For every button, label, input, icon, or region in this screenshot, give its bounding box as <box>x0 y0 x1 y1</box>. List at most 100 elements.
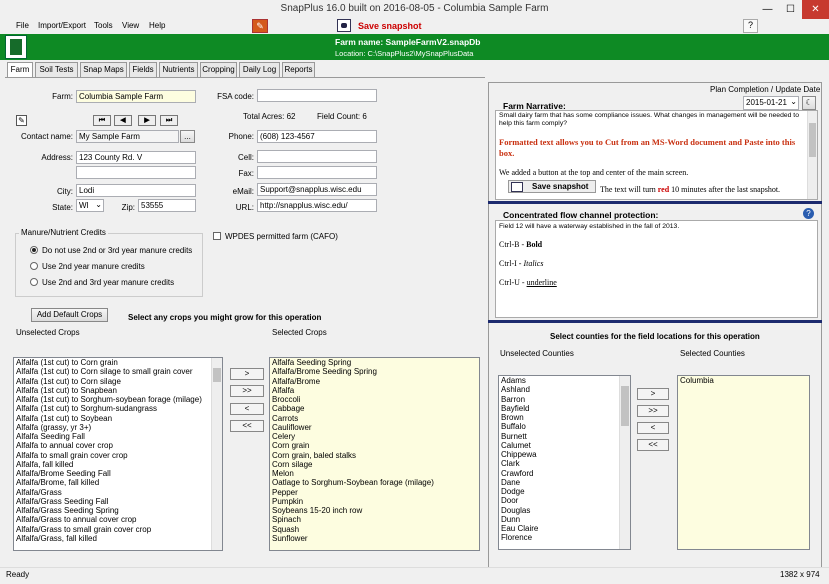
narrative-scroll-thumb[interactable] <box>809 123 816 157</box>
crop-list-item[interactable]: Broccoli <box>270 395 479 404</box>
email-input[interactable]: Support@snapplus.wisc.edu <box>257 183 377 196</box>
county-list-item[interactable]: Dodge <box>499 487 619 496</box>
address2-input[interactable] <box>76 166 196 179</box>
add-crop-button[interactable]: > <box>230 368 264 380</box>
county-list-item[interactable]: Door <box>499 496 619 505</box>
add-all-counties-button[interactable]: >> <box>637 405 669 417</box>
credit-option-2[interactable]: Use 2nd and 3rd year manure credits <box>42 278 174 287</box>
tab-daily-log[interactable]: Daily Log <box>239 62 280 77</box>
edit-note-icon[interactable]: ✎ <box>16 115 27 126</box>
zip-input[interactable]: 53555 <box>138 199 196 212</box>
state-select[interactable]: WI ⌄ <box>76 199 104 212</box>
crop-list-item[interactable]: Alfalfa (1st cut) to Snapbean <box>14 386 210 395</box>
remove-county-button[interactable]: < <box>637 422 669 434</box>
crop-list-item[interactable]: Alfalfa (1st cut) to Corn silage to smal… <box>14 367 210 376</box>
crop-list-item[interactable]: Sunflower <box>270 534 479 543</box>
menu-help[interactable]: Help <box>149 21 165 30</box>
address1-input[interactable]: 123 County Rd. V <box>76 151 196 164</box>
crop-list-item[interactable]: Pumpkin <box>270 497 479 506</box>
crop-list-item[interactable]: Soybeans 15-20 inch row <box>270 506 479 515</box>
crop-list-item[interactable]: Pepper <box>270 488 479 497</box>
credit-option-radio-0[interactable] <box>30 246 38 254</box>
city-input[interactable]: Lodi <box>76 184 196 197</box>
farm-narrative-editor[interactable]: Small dairy farm that has some complianc… <box>495 110 818 200</box>
county-list-item[interactable]: Calumet <box>499 441 619 450</box>
county-list-item[interactable]: Barron <box>499 395 619 404</box>
crop-list-item[interactable]: Alfalfa/Brome <box>270 377 479 386</box>
wpdes-label[interactable]: WPDES permitted farm (CAFO) <box>225 232 338 241</box>
crop-list-item[interactable]: Alfalfa (1st cut) to Corn silage <box>14 377 210 386</box>
contact-name-input[interactable]: My Sample Farm <box>76 130 179 143</box>
county-list-item[interactable]: Chippewa <box>499 450 619 459</box>
crop-list-item[interactable]: Alfalfa/Grass, fall killed <box>14 534 210 543</box>
edit-icon[interactable]: ✎ <box>252 19 268 33</box>
county-list-item[interactable]: Columbia <box>678 376 809 385</box>
county-list-item[interactable]: Ashland <box>499 385 619 394</box>
add-all-crops-button[interactable]: >> <box>230 385 264 397</box>
fax-input[interactable] <box>257 166 377 179</box>
crop-list-item[interactable]: Carrots <box>270 414 479 423</box>
tab-nutrients[interactable]: Nutrients <box>159 62 198 77</box>
selected-crops-list[interactable]: Alfalfa Seeding Spring Alfalfa/Brome Seed… <box>269 357 480 551</box>
plan-date-picker[interactable]: 2015-01-21 ⌄ <box>743 96 799 110</box>
crop-list-item[interactable]: Alfalfa Seeding Spring <box>270 358 479 367</box>
crop-list-item[interactable]: Alfalfa/Grass Seeding Fall <box>14 497 210 506</box>
previous-record-button[interactable]: ◀ <box>114 115 132 126</box>
crop-list-item[interactable]: Melon <box>270 469 479 478</box>
credit-option-radio-2[interactable] <box>30 278 38 286</box>
url-input[interactable]: http://snapplus.wisc.edu/ <box>257 199 377 212</box>
moon-icon[interactable]: ☾ <box>802 96 816 110</box>
county-list-item[interactable]: Adams <box>499 376 619 385</box>
minimize-button[interactable]: — <box>756 0 779 19</box>
fsa-code-input[interactable] <box>257 89 377 102</box>
crop-list-item[interactable]: Alfalfa (1st cut) to Sorghum-sudangrass <box>14 404 210 413</box>
save-snapshot-button[interactable]: Save snapshot <box>358 21 422 31</box>
next-record-button[interactable]: ▶ <box>138 115 156 126</box>
county-list-item[interactable]: Burnett <box>499 432 619 441</box>
county-list-item[interactable]: Brown <box>499 413 619 422</box>
tab-cropping[interactable]: Cropping <box>200 62 237 77</box>
crop-list-item[interactable]: Alfalfa (1st cut) to Soybean <box>14 414 210 423</box>
crop-list-item[interactable]: Squash <box>270 525 479 534</box>
first-record-button[interactable]: ⏮ <box>93 115 111 126</box>
add-county-button[interactable]: > <box>637 388 669 400</box>
concentrated-flow-editor[interactable]: Field 12 will have a waterway establishe… <box>495 220 818 318</box>
county-list-item[interactable]: Buffalo <box>499 422 619 431</box>
credit-option-radio-1[interactable] <box>30 262 38 270</box>
crops-scrollbar[interactable] <box>211 358 222 550</box>
remove-crop-button[interactable]: < <box>230 403 264 415</box>
selected-counties-list[interactable]: Columbia <box>677 375 810 550</box>
crop-list-item[interactable]: Alfalfa/Grass Seeding Spring <box>14 506 210 515</box>
crop-list-item[interactable]: Alfalfa/Grass to small grain cover crop <box>14 525 210 534</box>
farm-name-input[interactable]: Columbia Sample Farm <box>76 90 196 103</box>
unselected-counties-list[interactable]: Adams Ashland Barron Bayfield Brown Buffalo Bu… <box>498 375 631 550</box>
crop-list-item[interactable]: Alfalfa to annual cover crop <box>14 441 210 450</box>
crop-list-item[interactable]: Alfalfa <box>270 386 479 395</box>
county-list-item[interactable]: Florence <box>499 533 619 542</box>
crop-list-item[interactable]: Alfalfa (1st cut) to Sorghum-soybean for… <box>14 395 210 404</box>
crop-list-item[interactable]: Alfalfa to small grain cover crop <box>14 451 210 460</box>
camera-icon[interactable] <box>337 19 351 32</box>
menu-import-export[interactable]: Import/Export <box>38 21 86 30</box>
crop-list-item[interactable]: Corn grain, baled stalks <box>270 451 479 460</box>
tab-fields[interactable]: Fields <box>129 62 157 77</box>
crop-list-item[interactable]: Alfalfa/Brome Seeding Spring <box>270 367 479 376</box>
remove-all-counties-button[interactable]: << <box>637 439 669 451</box>
wpdes-checkbox[interactable] <box>213 232 221 240</box>
crop-list-item[interactable]: Alfalfa/Grass to annual cover crop <box>14 515 210 524</box>
crops-scroll-thumb[interactable] <box>213 368 221 382</box>
county-list-item[interactable]: Crawford <box>499 469 619 478</box>
maximize-button[interactable]: ☐ <box>779 0 802 19</box>
help-icon[interactable]: ? <box>803 208 814 219</box>
crop-list-item[interactable]: Alfalfa Seeding Fall <box>14 432 210 441</box>
tab-farm[interactable]: Farm <box>7 62 33 78</box>
last-record-button[interactable]: ⏭ <box>160 115 178 126</box>
tab-reports[interactable]: Reports <box>282 62 315 77</box>
crop-list-item[interactable]: Oatlage to Sorghum-Soybean forage (milag… <box>270 478 479 487</box>
county-list-item[interactable]: Clark <box>499 459 619 468</box>
crop-list-item[interactable]: Cauliflower <box>270 423 479 432</box>
county-list-item[interactable]: Bayfield <box>499 404 619 413</box>
crop-list-item[interactable]: Corn grain <box>270 441 479 450</box>
crop-list-item[interactable]: Alfalfa/Grass <box>14 488 210 497</box>
tab-soil-tests[interactable]: Soil Tests <box>35 62 78 77</box>
